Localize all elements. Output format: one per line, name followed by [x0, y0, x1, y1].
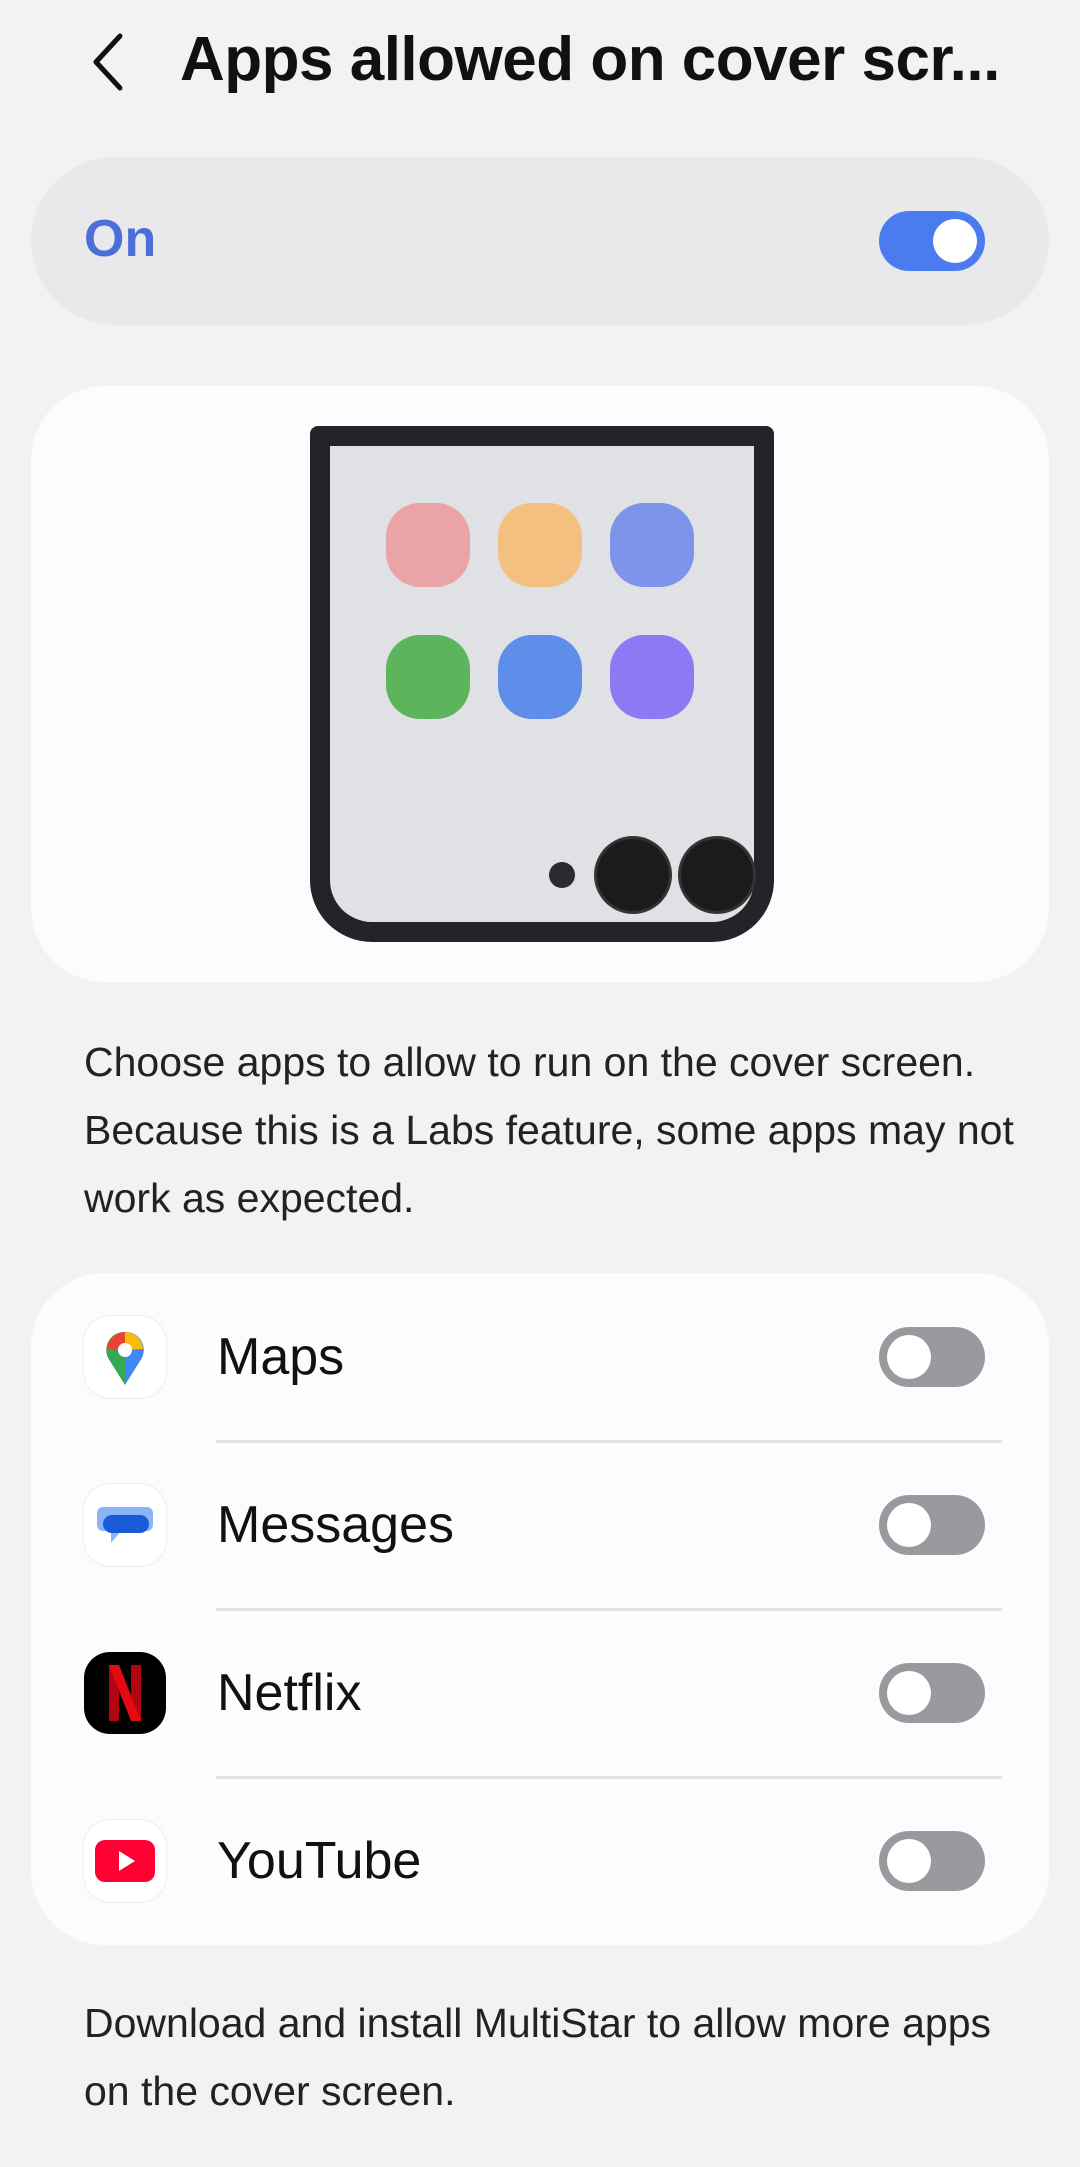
master-toggle-row[interactable]: On: [31, 157, 1049, 325]
back-button[interactable]: [78, 26, 138, 98]
app-bar: Apps allowed on cover scr...: [0, 0, 1080, 130]
app-name: Netflix: [217, 1664, 362, 1722]
app-row-messages[interactable]: Messages: [31, 1441, 1049, 1609]
placeholder-app-icon: [610, 503, 694, 587]
description-text: Choose apps to allow to run on the cover…: [84, 1039, 1014, 1221]
app-row-youtube[interactable]: YouTube: [31, 1777, 1049, 1945]
app-name: Maps: [217, 1328, 345, 1386]
flash-icon: [549, 862, 575, 888]
placeholder-app-icon: [386, 635, 470, 719]
camera-lens-icon: [597, 839, 669, 911]
switch-knob: [887, 1839, 931, 1883]
switch-knob: [887, 1671, 931, 1715]
app-row-netflix[interactable]: Netflix: [31, 1609, 1049, 1777]
app-name: Messages: [217, 1496, 454, 1554]
maps-switch[interactable]: [879, 1327, 985, 1387]
camera-lens-icon: [681, 839, 753, 911]
google-maps-icon: [84, 1316, 166, 1398]
messages-switch[interactable]: [879, 1495, 985, 1555]
master-switch[interactable]: [879, 211, 985, 271]
phone-cover-screen: [310, 426, 774, 942]
netflix-switch[interactable]: [879, 1663, 985, 1723]
youtube-switch[interactable]: [879, 1831, 985, 1891]
youtube-icon: [84, 1820, 166, 1902]
cover-screen-illustration: [31, 386, 1049, 982]
netflix-icon: [84, 1652, 166, 1734]
switch-knob: [933, 219, 977, 263]
switch-knob: [887, 1503, 931, 1547]
app-row-maps[interactable]: Maps: [31, 1273, 1049, 1441]
app-name: YouTube: [217, 1832, 422, 1890]
chevron-left-icon: [93, 33, 123, 91]
placeholder-app-icon: [610, 635, 694, 719]
page-title: Apps allowed on cover scr...: [180, 25, 1000, 94]
switch-knob: [887, 1335, 931, 1379]
placeholder-app-icon: [498, 635, 582, 719]
footer-text: Download and install MultiStar to allow …: [84, 2000, 992, 2114]
master-toggle-label: On: [84, 210, 157, 268]
app-list: Maps Messages Netflix YouTube: [31, 1273, 1049, 1945]
google-messages-icon: [84, 1484, 166, 1566]
placeholder-app-icon: [386, 503, 470, 587]
placeholder-app-icon: [498, 503, 582, 587]
